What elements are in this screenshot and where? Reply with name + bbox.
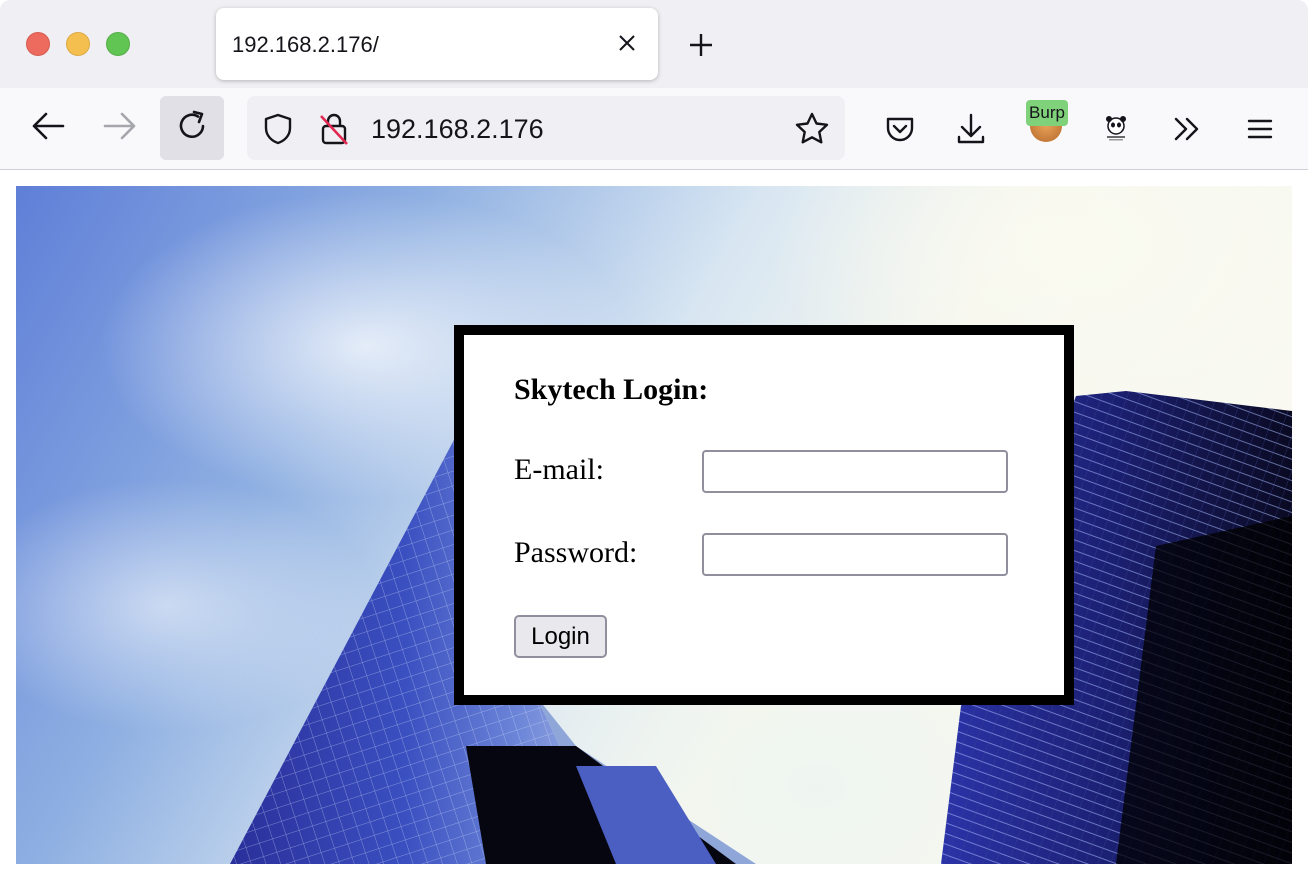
reload-icon: [175, 109, 209, 148]
close-icon[interactable]: [614, 30, 640, 56]
lock-insecure-icon[interactable]: [317, 112, 351, 146]
login-button[interactable]: Login: [514, 615, 607, 658]
back-button[interactable]: [16, 96, 80, 160]
arrow-left-icon: [31, 111, 65, 146]
burp-extension-badge[interactable]: Burp: [1026, 100, 1068, 126]
navigation-bar: 192.168.2.176: [0, 88, 1308, 170]
login-title: Skytech Login:: [514, 373, 709, 406]
forward-button[interactable]: [88, 96, 152, 160]
tab-active[interactable]: 192.168.2.176/: [216, 8, 658, 80]
star-icon[interactable]: [795, 111, 829, 145]
arrow-right-icon: [103, 111, 137, 146]
plus-icon[interactable]: [684, 28, 718, 62]
shield-icon[interactable]: [261, 112, 295, 146]
tab-strip: 192.168.2.176/: [0, 0, 1308, 88]
url-bar[interactable]: 192.168.2.176: [247, 96, 845, 160]
hamburger-menu-icon[interactable]: [1235, 104, 1285, 154]
password-label: Password:: [514, 536, 638, 569]
pocket-icon[interactable]: [875, 104, 925, 154]
browser-window: 192.168.2.176/ 192.168.2.176 Burp Skytec…: [0, 0, 1308, 880]
tab-title: 192.168.2.176/: [232, 32, 379, 57]
email-label: E-mail:: [514, 453, 604, 486]
login-form: Skytech Login: E-mail: Password: Login: [454, 325, 1074, 705]
download-icon[interactable]: [946, 104, 996, 154]
password-input[interactable]: [702, 533, 1008, 576]
page-background-image: Skytech Login: E-mail: Password: Login: [16, 186, 1292, 864]
minimize-window-icon[interactable]: [66, 32, 90, 56]
maximize-window-icon[interactable]: [106, 32, 130, 56]
email-input[interactable]: [702, 450, 1008, 493]
reload-button[interactable]: [160, 96, 224, 160]
url-text[interactable]: 192.168.2.176: [371, 114, 544, 145]
chevron-double-right-icon[interactable]: [1162, 104, 1212, 154]
close-window-icon[interactable]: [26, 32, 50, 56]
panda-extension-icon[interactable]: [1091, 104, 1141, 154]
